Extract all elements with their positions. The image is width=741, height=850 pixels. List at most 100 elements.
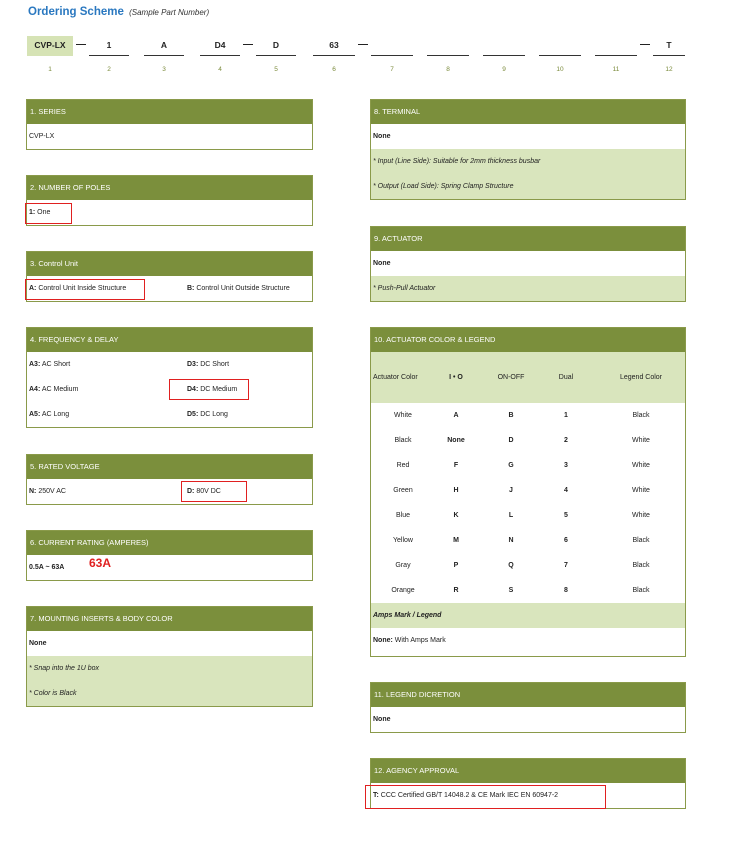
amps-row: None: With Amps Mark (371, 628, 685, 653)
table-row: Yellow M N 6 Black (371, 528, 685, 553)
column-header: I • O (449, 374, 463, 381)
frequency-row: A5: AC Long D5: DC Long (27, 402, 312, 427)
frequency-option: A5: AC Long (29, 402, 69, 427)
table-cell: Gray (395, 562, 411, 569)
page-title: Ordering Scheme (Sample Part Number) (28, 6, 209, 18)
pn-position: 2 (107, 66, 111, 73)
frequency-header: 4. FREQUENCY & DELAY (27, 328, 312, 352)
column-header: Actuator Color (373, 374, 418, 381)
pn-dash: — (76, 39, 86, 50)
legend-discretion-row: None (371, 707, 685, 732)
column-header: ON-OFF (497, 374, 525, 381)
pn-position: 7 (390, 66, 394, 73)
pn-segment-12: T (653, 36, 685, 56)
mounting-header: 7. MOUNTING INSERTS & BODY COLOR (27, 607, 312, 631)
table-cell: Yellow (393, 537, 413, 544)
option-text: With Amps Mark (392, 637, 446, 644)
option-text: AC Short (40, 361, 71, 368)
table-cell: 3 (564, 462, 568, 469)
table-row: Green H J 4 White (371, 478, 685, 503)
frequency-row: A3: AC Short D3: DC Short (27, 352, 312, 377)
terminal-note-row: * Input (Line Side): Suitable for 2mm th… (371, 149, 685, 174)
table-cell: K (453, 512, 459, 519)
option-code: A3: (29, 361, 41, 368)
actuator-header: 9. ACTUATOR (371, 227, 685, 251)
table-cell: Black (632, 537, 650, 544)
pn-segment-4: D4 (200, 36, 240, 56)
current-row: 0.5A ~ 63A 63A (27, 555, 312, 580)
option-code: None: (373, 637, 393, 644)
pn-position: 9 (502, 66, 506, 73)
option-code: A4: (29, 386, 41, 393)
control-unit-option-b: B: Control Unit Outside Structure (187, 276, 290, 301)
voltage-row: N: 250V AC D: 80V DC (27, 479, 312, 504)
option-text: Control Unit Outside Structure (194, 285, 290, 292)
pn-position: 1 (48, 66, 52, 73)
option-code: D5: (187, 411, 199, 418)
table-cell: Black (632, 587, 650, 594)
pn-segment-8 (427, 36, 469, 56)
pn-segment-9 (483, 36, 525, 56)
table-cell: None (447, 437, 465, 444)
voltage-header: 5. RATED VOLTAGE (27, 455, 312, 479)
table-cell: 6 (564, 537, 568, 544)
frequency-option: D3: DC Short (187, 352, 229, 377)
table-row: White A B 1 Black (371, 403, 685, 428)
table-cell: Q (508, 562, 514, 569)
pn-segment-10 (539, 36, 581, 56)
table-row: Red F G 3 White (371, 453, 685, 478)
table-cell: B (508, 412, 514, 419)
frequency-option: A3: AC Short (29, 352, 70, 377)
pn-segment-2: 1 (89, 36, 129, 56)
terminal-note: * Input (Line Side): Suitable for 2mm th… (373, 158, 541, 165)
actuator-row: None (371, 251, 685, 276)
terminal-header: 8. TERMINAL (371, 100, 685, 124)
pn-position: 11 (612, 66, 620, 73)
table-cell: S (508, 587, 514, 594)
option-text: AC Long (40, 411, 70, 418)
table-cell: White (632, 487, 650, 494)
table-row: Gray P Q 7 Black (371, 553, 685, 578)
table-cell: A (453, 412, 459, 419)
table-row: Blue K L 5 White (371, 503, 685, 528)
table-row: Black None D 2 White (371, 428, 685, 453)
table-cell: White (632, 437, 650, 444)
table-cell: White (394, 412, 412, 419)
control-unit-header: 3. Control Unit (27, 252, 312, 276)
terminal-row: None (371, 124, 685, 149)
table-cell: Orange (391, 587, 415, 594)
mounting-none: None (29, 640, 47, 647)
mounting-row: None (27, 631, 312, 656)
table-cell: 8 (564, 587, 568, 594)
table-cell: Blue (395, 512, 410, 519)
current-header: 6. CURRENT RATING (AMPERES) (27, 531, 312, 555)
table-cell: P (453, 562, 459, 569)
legend-discretion-none: None (373, 716, 391, 723)
current-selected: 63A (89, 556, 112, 570)
table-row: Orange R S 8 Black (371, 578, 685, 603)
actuator-color-rows: White A B 1 Black Black None D 2 White Red F G 3 White… (371, 403, 685, 603)
legend-discretion-header: 11. LEGEND DICRETION (371, 683, 685, 707)
selection-highlight (365, 785, 606, 809)
actuator-color-columns: Actuator Color I • O ON-OFF Dual Legend … (371, 352, 685, 403)
series-header: 1. SERIES (27, 100, 312, 124)
pn-position: 5 (274, 66, 278, 73)
pn-dash: — (640, 39, 650, 50)
legend-discretion-panel: 11. LEGEND DICRETION None (370, 682, 686, 733)
selection-highlight (25, 203, 72, 224)
pn-segment-1: CVP-LX (27, 36, 73, 56)
table-cell: R (453, 587, 459, 594)
pn-segment-6: 63 (313, 36, 355, 56)
selection-highlight (181, 481, 247, 502)
table-cell: F (453, 462, 459, 469)
mounting-note-row: * Color is Black (27, 681, 312, 706)
table-cell: White (632, 512, 650, 519)
table-cell: Green (393, 487, 413, 494)
pn-position: 12 (665, 66, 673, 73)
frequency-option: A4: AC Medium (29, 377, 78, 402)
frequency-option: D5: DC Long (187, 402, 228, 427)
table-cell: 1 (564, 412, 568, 419)
series-row: CVP-LX (27, 124, 312, 149)
table-cell: D (508, 437, 514, 444)
pn-segment-3: A (144, 36, 184, 56)
